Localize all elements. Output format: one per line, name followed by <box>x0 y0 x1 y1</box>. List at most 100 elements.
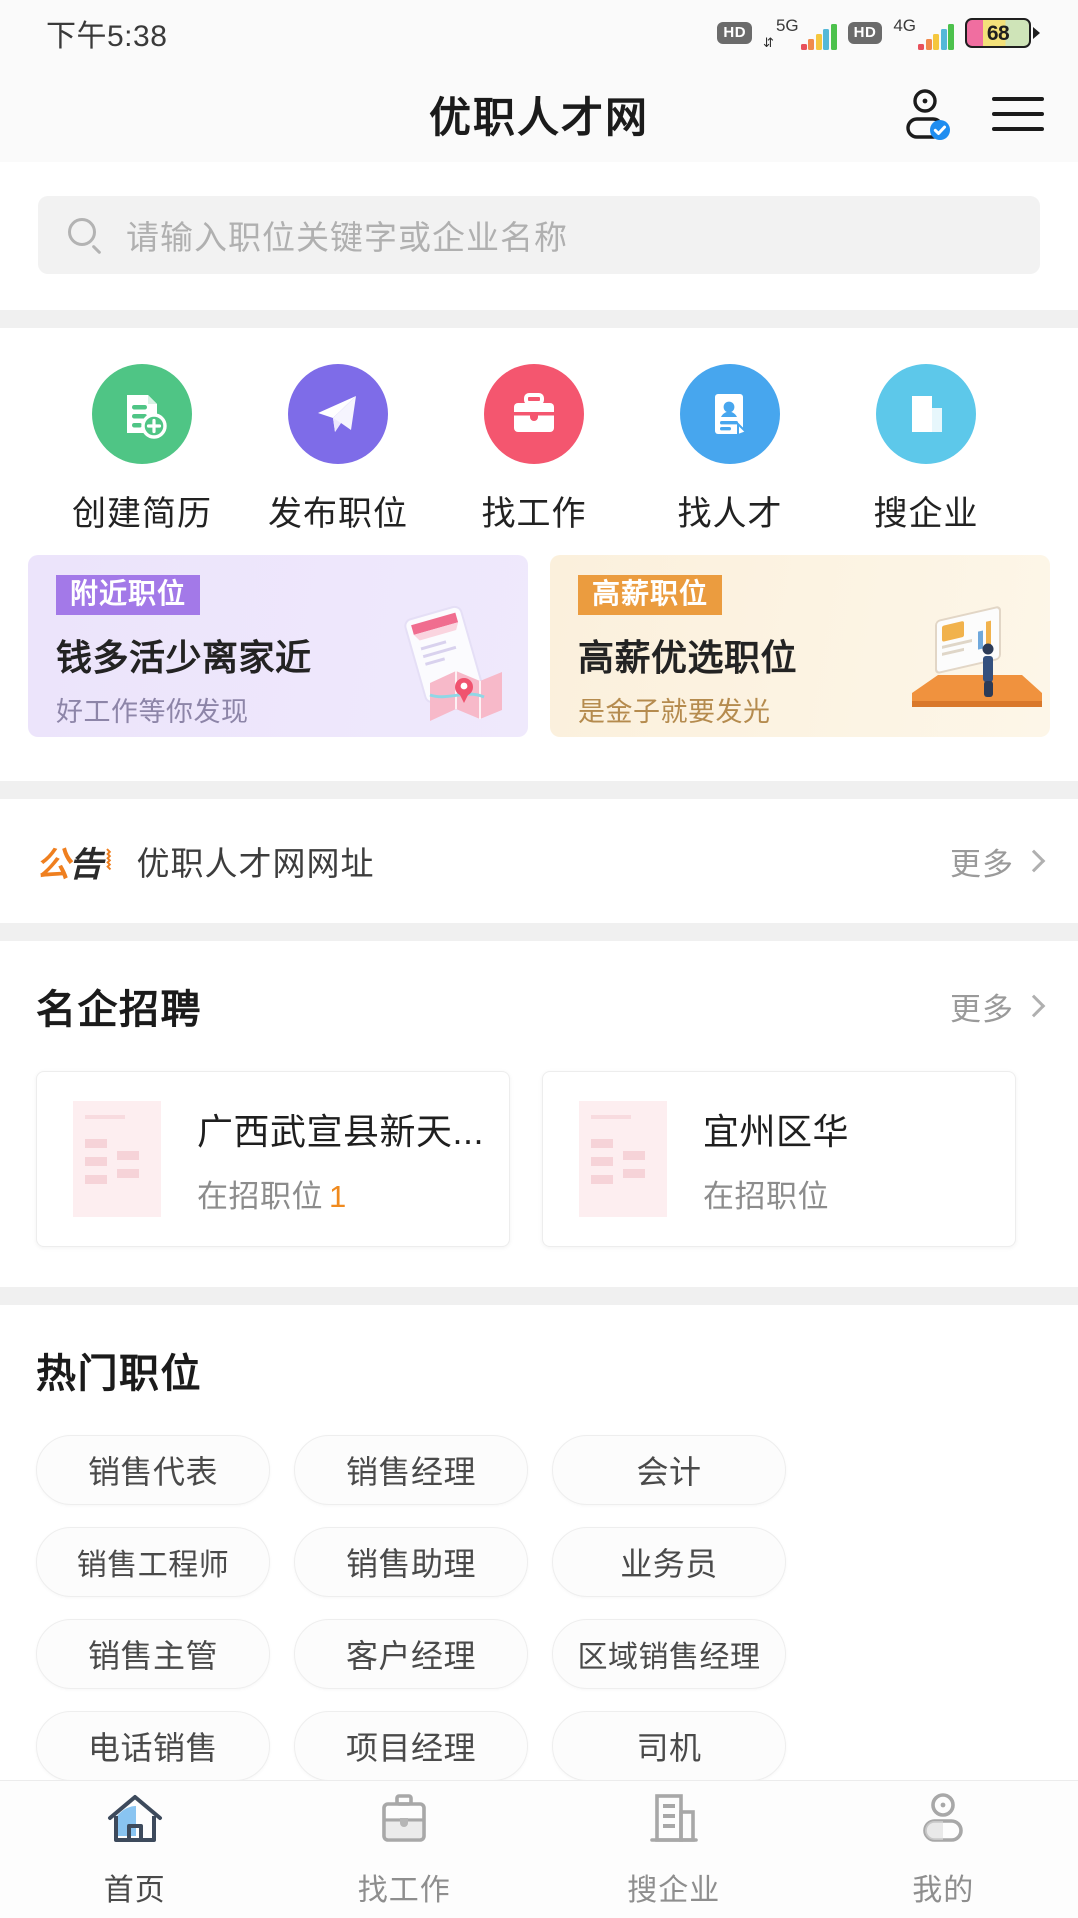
signal-group-5g: ⇵ 5G <box>763 17 837 50</box>
signal-group-4g: 4G <box>893 17 954 50</box>
status-bar: 下午5:38 HD ⇵ 5G HD 4G 68 <box>0 0 1078 66</box>
tab-label: 我的 <box>912 1874 975 1907</box>
tab-home[interactable]: 首页 <box>0 1790 270 1909</box>
job-tag[interactable]: 会计 <box>552 1435 786 1505</box>
briefcase-icon <box>484 364 584 464</box>
job-tag[interactable]: 销售主管 <box>36 1619 270 1689</box>
building-icon <box>643 1790 705 1853</box>
signal-bars-icon <box>800 23 837 50</box>
person-icon <box>912 1790 974 1853</box>
job-tag[interactable]: 业务员 <box>552 1527 786 1597</box>
search-placeholder: 请输入职位关键字或企业名称 <box>126 219 568 256</box>
banner-illustration-laptop-person <box>894 597 1044 737</box>
quick-action-find-job[interactable]: 找工作 <box>436 364 632 535</box>
announcement-logo-icon: 公告 ⦚ <box>36 837 112 886</box>
data-arrows-icon: ⇵ <box>763 34 774 50</box>
company-name: 广西武宣县新天... <box>197 1110 485 1152</box>
hot-jobs-tag-grid: 销售代表 销售经理 会计 销售工程师 销售助理 业务员 销售主管 客户经理 区域… <box>0 1405 1078 1780</box>
notice-more-link[interactable]: 更多 <box>950 839 1046 884</box>
company-card[interactable]: 宜州区华 在招职位 <box>542 1071 1016 1247</box>
notice-text: 优职人才网网址 <box>136 845 375 882</box>
promo-banners: 附近职位 钱多活少离家近 好工作等你发现 高薪职位 高薪优选职位 是金子就要发光 <box>0 535 1078 771</box>
job-tag[interactable]: 电话销售 <box>36 1711 270 1780</box>
tab-mine[interactable]: 我的 <box>809 1790 1078 1909</box>
companies-section-header: 名企招聘 更多 <box>0 941 1078 1041</box>
status-clock: 下午5:38 <box>46 20 168 53</box>
section-divider <box>0 923 1078 941</box>
section-divider <box>0 310 1078 328</box>
hot-jobs-section: 热门职位 销售代表 销售经理 会计 销售工程师 销售助理 业务员 销售主管 客户… <box>0 1305 1078 1780</box>
hamburger-menu-icon[interactable] <box>992 91 1044 137</box>
company-card-list[interactable]: 广西武宣县新天... 在招职位 1 宜州区华 在招职位 <box>0 1041 1078 1287</box>
search-icon <box>68 218 102 255</box>
banner-nearby-jobs[interactable]: 附近职位 钱多活少离家近 好工作等你发现 <box>28 555 528 737</box>
scroll-content[interactable]: 请输入职位关键字或企业名称 创建简历 发布职位 找工作 找人才 搜企业 附近职位… <box>0 162 1078 1780</box>
job-tag[interactable]: 销售经理 <box>294 1435 528 1505</box>
job-tag[interactable]: 销售工程师 <box>36 1527 270 1597</box>
company-job-count-value: 1 <box>329 1178 347 1214</box>
status-indicators: HD ⇵ 5G HD 4G 68 <box>717 17 1040 50</box>
person-card-icon <box>680 364 780 464</box>
banner-badge: 附近职位 <box>56 575 201 615</box>
companies-more-link[interactable]: 更多 <box>950 984 1046 1029</box>
tab-label: 找工作 <box>357 1874 451 1907</box>
quick-action-create-resume[interactable]: 创建简历 <box>44 364 240 535</box>
building-search-icon <box>876 364 976 464</box>
job-tag[interactable]: 客户经理 <box>294 1619 528 1689</box>
quick-action-label: 找工作 <box>481 495 587 533</box>
signal-bars-icon-2 <box>918 23 954 50</box>
tab-find-job[interactable]: 找工作 <box>270 1790 540 1909</box>
home-icon <box>104 1790 166 1853</box>
search-input[interactable]: 请输入职位关键字或企业名称 <box>38 196 1040 274</box>
banner-high-salary[interactable]: 高薪职位 高薪优选职位 是金子就要发光 <box>550 555 1050 737</box>
job-tag[interactable]: 销售代表 <box>36 1435 270 1505</box>
notice-row[interactable]: 公告 ⦚ 优职人才网网址 更多 <box>0 799 1078 923</box>
search-section: 请输入职位关键字或企业名称 <box>0 162 1078 310</box>
quick-action-label: 创建简历 <box>72 495 212 533</box>
section-title: 热门职位 <box>36 1352 202 1396</box>
company-job-count: 在招职位 <box>703 1171 849 1216</box>
job-tag[interactable]: 项目经理 <box>294 1711 528 1780</box>
paper-plane-icon <box>288 364 388 464</box>
quick-action-label: 发布职位 <box>268 495 408 533</box>
job-tag[interactable]: 销售助理 <box>294 1527 528 1597</box>
job-tag[interactable]: 司机 <box>552 1711 786 1780</box>
resume-add-icon <box>92 364 192 464</box>
quick-actions-section: 创建简历 发布职位 找工作 找人才 搜企业 附近职位 钱多活少离家近 好工作等你… <box>0 328 1078 781</box>
quick-actions-row[interactable]: 创建简历 发布职位 找工作 找人才 搜企业 <box>0 364 1078 535</box>
section-divider <box>0 781 1078 799</box>
network-label-5g: 5G <box>775 15 799 35</box>
tab-label: 首页 <box>103 1874 166 1907</box>
hd-badge-icon-2: HD <box>847 22 883 44</box>
battery-icon: 68 <box>965 18 1040 48</box>
chevron-right-icon <box>1022 849 1046 873</box>
network-label-4g: 4G <box>893 15 916 35</box>
job-tag[interactable]: 区域销售经理 <box>552 1619 786 1689</box>
chevron-right-icon <box>1022 994 1046 1018</box>
quick-action-post-job[interactable]: 发布职位 <box>240 364 436 535</box>
companies-section: 名企招聘 更多 广西武宣县新天... 在招职位 1 宜州区华 在招职位 <box>0 941 1078 1287</box>
company-job-count: 在招职位 1 <box>197 1171 484 1216</box>
banner-illustration-phone-map <box>372 597 522 737</box>
company-name: 宜州区华 <box>703 1110 850 1152</box>
company-logo-placeholder-icon <box>59 1093 175 1225</box>
tab-search-company[interactable]: 搜企业 <box>539 1790 809 1909</box>
bottom-tab-bar: 首页 找工作 搜企业 我的 <box>0 1780 1078 1918</box>
quick-action-find-talent[interactable]: 找人才 <box>632 364 828 535</box>
app-header: 优职人才网 <box>0 66 1078 162</box>
hot-jobs-section-header: 热门职位 <box>0 1305 1078 1405</box>
banner-badge: 高薪职位 <box>578 575 723 615</box>
battery-percent: 68 <box>986 21 1010 45</box>
announcement-logo-char-2: 告 <box>69 845 103 884</box>
company-job-count-label: 在招职位 <box>703 1178 829 1214</box>
announcement-logo-char-1: 公 <box>36 845 70 884</box>
user-verified-icon[interactable] <box>900 88 952 140</box>
quick-action-label: 搜企业 <box>873 495 979 533</box>
briefcase-icon <box>373 1790 435 1853</box>
quick-action-search-company[interactable]: 搜企业 <box>828 364 1024 535</box>
tab-label: 搜企业 <box>627 1874 721 1907</box>
app-screen: 下午5:38 HD ⇵ 5G HD 4G 68 优职人才网 请输入职位关键字或企… <box>0 0 1078 1918</box>
quick-action-label: 找人才 <box>677 495 783 533</box>
company-job-count-label: 在招职位 <box>197 1178 323 1214</box>
company-card[interactable]: 广西武宣县新天... 在招职位 1 <box>36 1071 510 1247</box>
